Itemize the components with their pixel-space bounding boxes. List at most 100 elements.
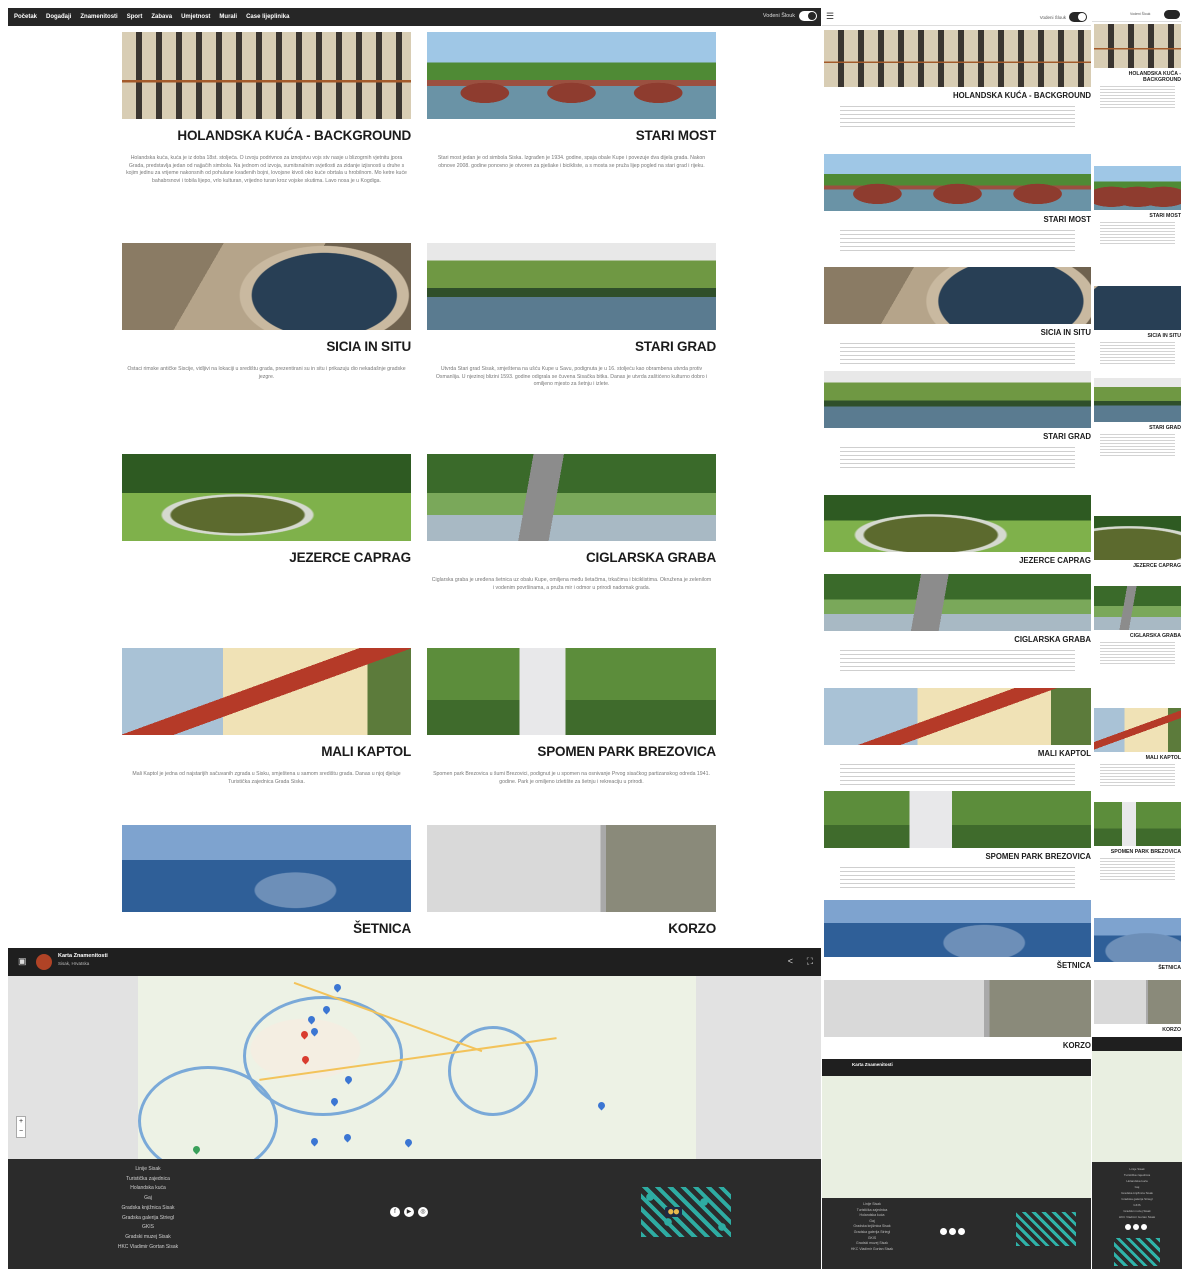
footer-link[interactable]: Gradska knjižnica Sisak [98,1204,198,1214]
instagram-icon[interactable]: ◎ [418,1207,428,1217]
card-stari-grad[interactable]: STARI GRAD Utvrda Stari grad Sisak, smje… [427,243,716,389]
phone-card-jezerce[interactable]: JEZERCE CAPRAG [1094,516,1181,569]
footer-link[interactable]: GKIS [98,1223,198,1233]
footer-link[interactable]: HKC Vladimir Gortan Sisak [832,1247,912,1253]
nav-item-zabava[interactable]: Zabava [151,14,172,20]
card-title: ŠETNICA [1158,965,1181,971]
footer-link[interactable]: Gradska galerija Striegl [98,1214,198,1224]
tablet-card-ciglarska[interactable]: CIGLARSKA GRABA [824,574,1091,674]
photo-korzo [427,825,716,912]
footer-link[interactable]: Linije Sisak [98,1165,198,1175]
photo-stari-grad [427,243,716,330]
tablet-mode-switch: Vodeni Šlouk [1040,12,1087,22]
emblem-badge: ⬤⬤ [665,1207,683,1217]
tablet-embedded-map[interactable] [822,1076,1091,1198]
card-text-lines [1100,642,1175,664]
nav-item-murali[interactable]: Murali [219,14,237,20]
photo-korzo [1094,980,1181,1024]
phone-card-setnica[interactable]: ŠETNICA [1094,918,1181,971]
card-title: HOLANDSKA KUĆA - BACKGROUND [1128,71,1181,83]
card-text: Spomen park Brezovica u šumi Brezovici, … [433,771,710,785]
embedded-map[interactable]: + − [8,976,821,1159]
map-avatar [36,954,52,970]
instagram-icon[interactable] [1141,1224,1147,1230]
youtube-icon[interactable] [949,1228,956,1235]
footer-link[interactable]: Holandska kuća [98,1184,198,1194]
photo-mali-kaptol [122,648,411,735]
tablet-footer: Linije Sisak Turistička zajednica Holand… [822,1198,1091,1269]
footer-link[interactable]: Gradski muzej Sisak [98,1233,198,1243]
mode-toggle[interactable] [799,11,817,21]
card-title: CIGLARSKA GRABA [1014,635,1091,644]
nav-item-znamenitosti[interactable]: Znamenitosti [80,14,117,20]
mode-switch-group: Vodeni Šlouk [763,11,817,21]
footer-link[interactable]: HKC Vladimir Gortan Sisak [1092,1214,1182,1220]
phone-card-holandska[interactable]: HOLANDSKA KUĆA - BACKGROUND [1094,24,1181,108]
phone-card-sicia[interactable]: SICIA IN SITU [1094,286,1181,364]
mode-toggle[interactable] [1069,12,1087,22]
tablet-card-stari-grad[interactable]: STARI GRAD [824,371,1091,471]
youtube-icon[interactable]: ▶ [404,1207,414,1217]
card-setnica[interactable]: ŠETNICA [122,825,411,936]
footer-link[interactable]: HKC Vladimir Gortan Sisak [98,1243,198,1253]
map-zoom-control[interactable]: + − [16,1116,26,1138]
card-sicia-in-situ[interactable]: SICIA IN SITU Ostaci rimske antičke Sisc… [122,243,411,381]
card-mali-kaptol[interactable]: MALI KAPTOL Mali Kaptol je jedna od najs… [122,648,411,786]
facebook-icon[interactable] [940,1228,947,1235]
tablet-card-stari-most[interactable]: STARI MOST [824,154,1091,254]
tablet-card-jezerce[interactable]: JEZERCE CAPRAG [824,495,1091,565]
footer-link[interactable]: Turistička zajednica [98,1175,198,1185]
nav-item-dogadaji[interactable]: Događaji [46,14,71,20]
site-footer: Linije Sisak Turistička zajednica Holand… [8,1159,821,1269]
nav-item-last[interactable]: Case lijeplinika [246,14,289,20]
top-navigation: Početak Događaji Znamenitosti Sport Zaba… [8,8,821,26]
instagram-icon[interactable] [958,1228,965,1235]
phone-embedded-map[interactable] [1092,1051,1182,1162]
card-korzo[interactable]: KORZO [427,825,716,936]
festival-emblem: ⬤⬤ [641,1187,731,1237]
nav-item-pocetak[interactable]: Početak [14,14,37,20]
phone-card-stari-most[interactable]: STARI MOST [1094,166,1181,244]
tablet-card-setnica[interactable]: ŠETNICA [824,900,1091,970]
card-ciglarska-graba[interactable]: CIGLARSKA GRABA Ciglarska graba je uređe… [427,454,716,592]
phone-card-mali-kaptol[interactable]: MALI KAPTOL [1094,708,1181,786]
facebook-icon[interactable]: f [390,1207,400,1217]
card-title: JEZERCE CAPRAG [1019,556,1091,565]
tablet-card-sicia[interactable]: SICIA IN SITU [824,267,1091,367]
photo-korzo [824,980,1091,1037]
card-jezerce-caprag[interactable]: JEZERCE CAPRAG [122,454,411,565]
youtube-icon[interactable] [1133,1224,1139,1230]
card-text-lines [1100,434,1175,456]
hamburger-icon[interactable]: ☰ [826,11,834,22]
card-spomen-park-brezovica[interactable]: SPOMEN PARK BREZOVICA Spomen park Brezov… [427,648,716,786]
card-stari-most[interactable]: STARI MOST Stari most jedan je od simbol… [427,32,716,170]
phone-card-ciglarska[interactable]: CIGLARSKA GRABA [1094,586,1181,664]
nav-item-sport[interactable]: Sport [127,14,143,20]
phone-card-korzo[interactable]: KORZO [1094,980,1181,1033]
card-text-lines [840,106,1075,130]
footer-link[interactable]: Gaj [98,1194,198,1204]
card-holandska-kuca[interactable]: HOLANDSKA KUĆA - BACKGROUND Holandska ku… [122,32,411,185]
nav-item-umjetnost[interactable]: Umjetnost [181,14,210,20]
tablet-card-korzo[interactable]: KORZO [824,980,1091,1050]
card-title: KORZO [1162,1027,1181,1033]
fullscreen-icon[interactable]: ⛶ [807,956,813,967]
share-icon[interactable]: < [788,956,793,966]
festival-emblem [1114,1238,1160,1266]
tablet-card-holandska[interactable]: HOLANDSKA KUĆA - BACKGROUND [824,30,1091,130]
phone-card-stari-grad[interactable]: STARI GRAD [1094,378,1181,456]
mode-toggle[interactable] [1164,10,1180,19]
phone-card-spomen-park[interactable]: SPOMEN PARK BREZOVICA [1094,802,1181,880]
photo-spomen-park [427,648,716,735]
card-text: Utvrda Stari grad Sisak, smještena na uš… [435,366,708,388]
festival-emblem [1016,1212,1076,1246]
card-title: MALI KAPTOL [321,744,411,759]
photo-setnica [824,900,1091,957]
map-menu-icon[interactable]: ▣ [18,956,27,967]
facebook-icon[interactable] [1125,1224,1131,1230]
card-text-lines [840,650,1075,674]
photo-mali-kaptol [1094,708,1181,752]
tablet-map-header: Karta Znamenitosti [822,1059,1091,1076]
tablet-card-mali-kaptol[interactable]: MALI KAPTOL [824,688,1091,788]
tablet-card-spomen-park[interactable]: SPOMEN PARK BREZOVICA [824,791,1091,891]
